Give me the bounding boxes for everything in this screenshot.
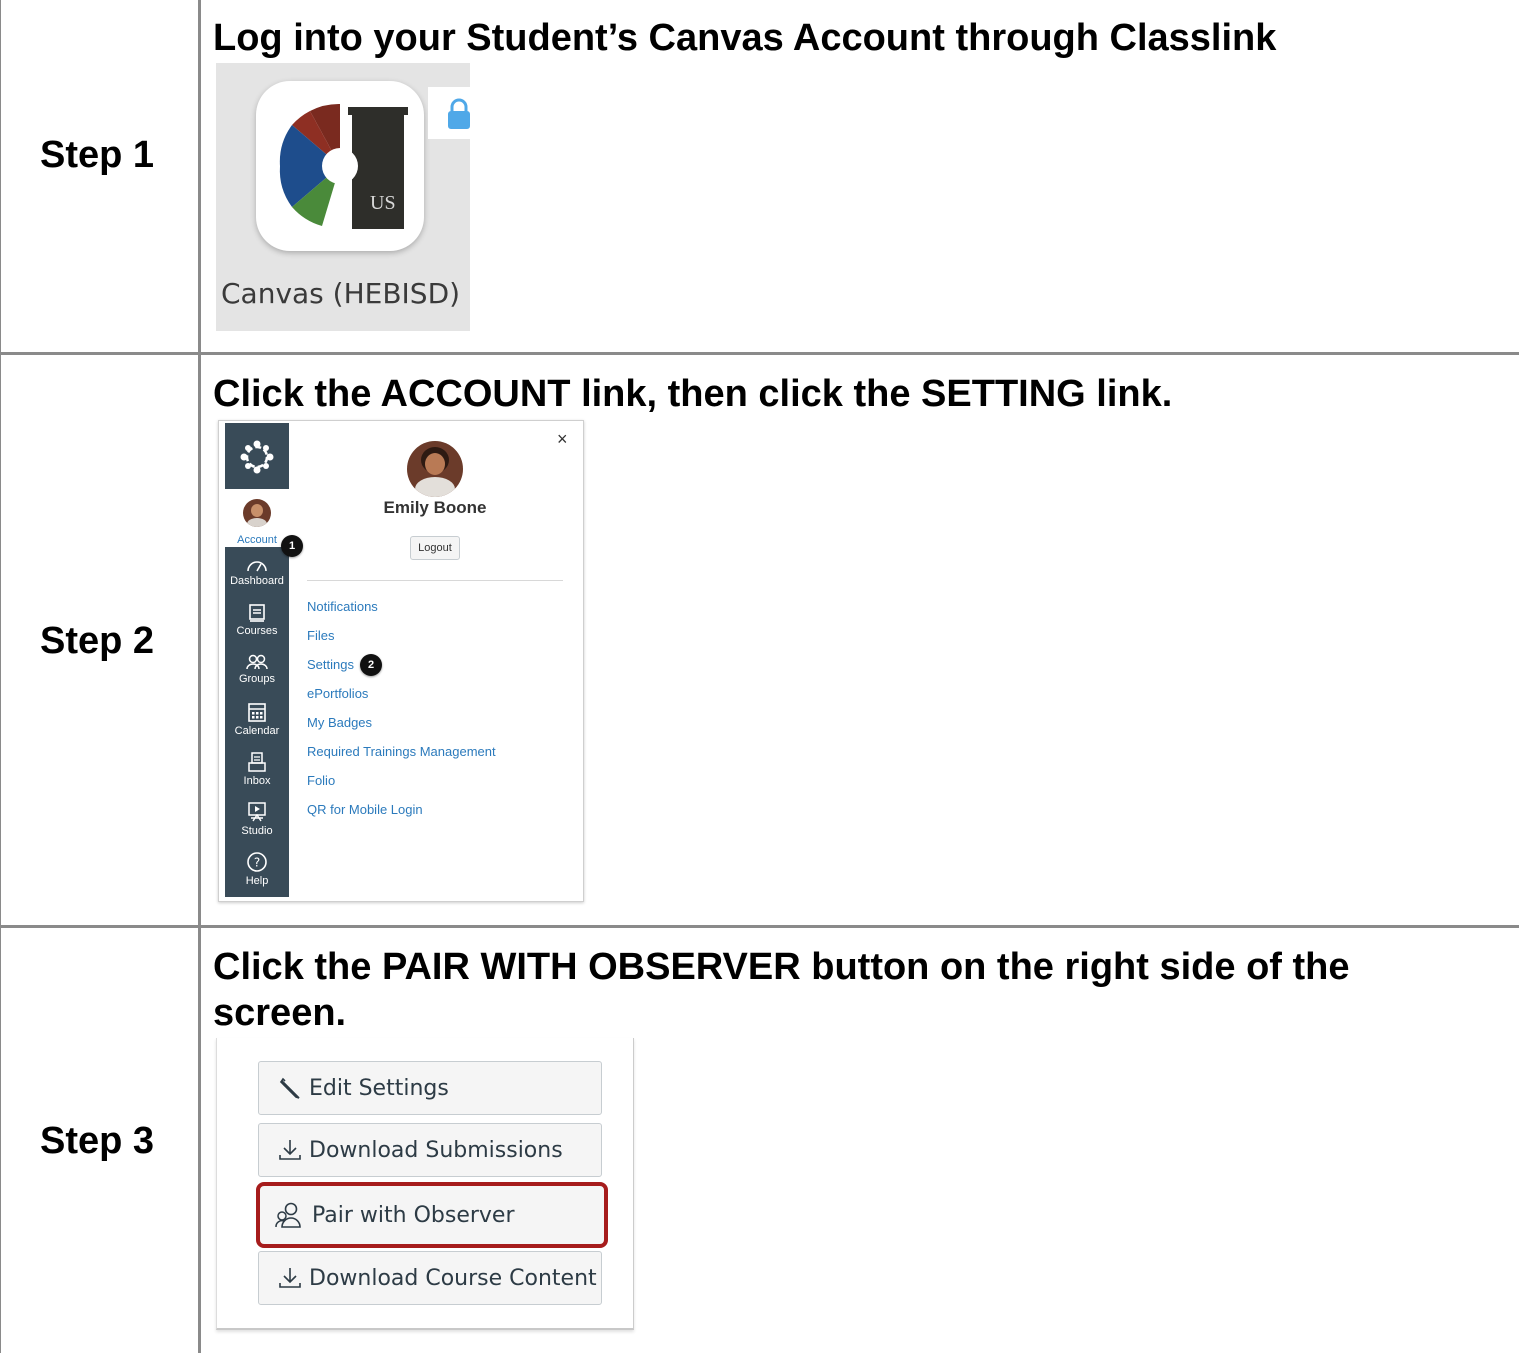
lock-icon [448,98,470,129]
nav-dashboard-label: Dashboard [230,575,284,587]
course-actions-panel: Edit Settings Download Submissions Pair … [216,1038,634,1330]
link-settings[interactable]: Settings [307,657,354,672]
step-2-instruction: Click the ACCOUNT link, then click the S… [213,373,1173,415]
canvas-logo-icon: US [279,103,408,229]
pair-with-observer-button[interactable]: Pair with Observer [256,1182,608,1248]
canvas-app-icon[interactable]: US [256,81,424,251]
link-my-badges[interactable]: My Badges [307,715,372,730]
nav-groups-label: Groups [238,673,276,685]
user-avatar [407,441,463,497]
nav-help-label: Help [245,875,269,887]
nav-calendar-label: Calendar [234,725,280,737]
step-3-instruction: Click the PAIR WITH OBSERVER button on t… [213,946,1350,1034]
studio-icon [248,802,266,822]
logout-button[interactable]: Logout [410,536,460,560]
inbox-icon [248,752,266,772]
nav-item-studio[interactable]: Studio [225,801,289,837]
download-submissions-label: Download Submissions [309,1137,563,1163]
download-course-content-label: Download Course Content [309,1265,597,1291]
link-notifications[interactable]: Notifications [307,599,378,614]
nav-item-inbox[interactable]: Inbox [225,751,289,787]
global-navigation: Account Dashboard Courses Groups Calenda… [225,423,289,897]
canvas-logo-icon [240,440,274,474]
download-icon [279,1268,301,1288]
groups-icon [246,654,268,670]
canvas-nav-logo[interactable] [225,423,289,489]
pencil-icon [279,1077,300,1099]
pair-observer-icon [275,1202,301,1228]
step-1-instruction: Log into your Student’s Canvas Account t… [213,17,1277,59]
menu-divider [307,580,563,581]
link-folio[interactable]: Folio [307,773,335,788]
download-icon [279,1140,301,1160]
nav-item-help[interactable]: ? Help [225,851,289,887]
nav-item-groups[interactable]: Groups [225,653,289,685]
table-column-divider [198,0,201,1353]
link-qr-mobile-login[interactable]: QR for Mobile Login [307,802,423,817]
nav-item-courses[interactable]: Courses [225,603,289,637]
nav-studio-label: Studio [241,825,273,837]
nav-item-calendar[interactable]: Calendar [225,701,289,737]
step-1-label: Step 1 [40,134,155,176]
step-badge-2: 2 [360,654,382,676]
svg-text:US: US [370,192,396,214]
lock-strip [428,87,470,139]
step-2-label: Step 2 [40,620,155,662]
nav-courses-label: Courses [236,625,278,637]
row-divider-2 [0,925,1519,928]
dashboard-icon [247,561,267,572]
help-icon: ? [247,852,267,872]
courses-icon [249,604,265,622]
nav-account-label: Account [237,534,277,546]
link-required-trainings[interactable]: Required Trainings Management [307,744,496,759]
row-divider-1 [0,352,1519,355]
download-submissions-button[interactable]: Download Submissions [258,1123,602,1177]
nav-item-account[interactable]: Account [225,489,289,547]
avatar [243,499,271,527]
edit-settings-button[interactable]: Edit Settings [258,1061,602,1115]
download-course-content-button[interactable]: Download Course Content [258,1251,602,1305]
step-3-label: Step 3 [40,1120,155,1162]
pair-with-observer-label: Pair with Observer [312,1202,515,1228]
instruction-table: Step 1 Log into your Student’s Canvas Ac… [0,0,1519,1353]
app-tile-caption: Canvas (HEBISD) [221,277,461,310]
classlink-app-tile[interactable]: US Canvas (HEBISD) [216,63,470,331]
nav-inbox-label: Inbox [243,775,271,787]
table-left-border [0,0,1,1353]
edit-settings-label: Edit Settings [309,1075,449,1101]
nav-item-dashboard[interactable]: Dashboard [225,557,289,587]
calendar-icon [248,703,266,722]
link-files[interactable]: Files [307,628,334,643]
step-badge-1: 1 [281,535,303,557]
account-tray: Account Dashboard Courses Groups Calenda… [218,420,584,902]
close-icon[interactable]: × [557,429,568,450]
svg-text:?: ? [254,856,260,870]
user-name: Emily Boone [383,498,487,517]
link-eportfolios[interactable]: ePortfolios [307,686,368,701]
